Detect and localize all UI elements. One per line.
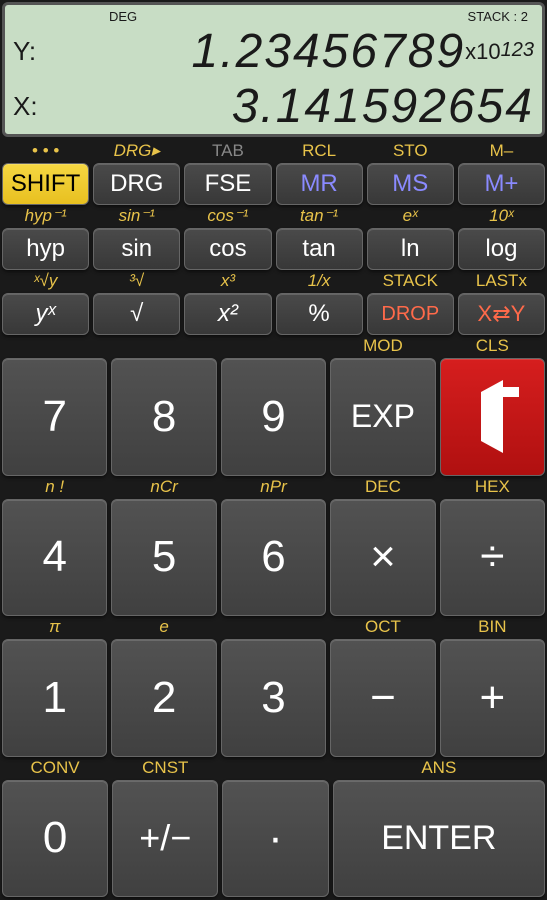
cbrt-shift-label: ³√: [93, 271, 180, 293]
digit-5-button[interactable]: 5: [111, 499, 216, 617]
digit-2-button[interactable]: 2: [111, 639, 216, 757]
ms-button[interactable]: MS: [367, 163, 454, 205]
x-register-label: X:: [13, 91, 43, 122]
acos-shift-label: cos⁻¹: [184, 206, 271, 228]
tenx-shift-label: 10ˣ: [458, 206, 545, 228]
percent-button[interactable]: %: [276, 293, 363, 335]
stack-shift-label: STACK: [367, 271, 454, 293]
ln-button[interactable]: ln: [367, 228, 454, 270]
enter-button[interactable]: ENTER: [333, 780, 545, 898]
drg-cycle-shift-label: DRG▸: [93, 141, 180, 163]
cube-shift-label: x³: [184, 271, 271, 293]
blank-shift: [2, 336, 107, 358]
sqrt-button[interactable]: √: [93, 293, 180, 335]
recip-shift-label: 1/x: [276, 271, 363, 293]
tan-button[interactable]: tan: [276, 228, 363, 270]
square-button[interactable]: x²: [184, 293, 271, 335]
drop-button[interactable]: DROP: [367, 293, 454, 335]
exp-shift-label: eˣ: [367, 206, 454, 228]
angle-mode-indicator: DEG: [109, 9, 137, 24]
arrow-left-icon: [481, 392, 503, 442]
conv-shift-label: CONV: [2, 758, 108, 780]
asin-shift-label: sin⁻¹: [93, 206, 180, 228]
shift-button[interactable]: SHIFT: [2, 163, 89, 205]
x-register-value: 3.141592654: [43, 79, 534, 134]
digit-0-button[interactable]: 0: [2, 780, 108, 898]
drg-button[interactable]: DRG: [93, 163, 180, 205]
cnst-shift-label: CNST: [112, 758, 218, 780]
digit-8-button[interactable]: 8: [111, 358, 216, 476]
exp-button[interactable]: EXP: [330, 358, 435, 476]
e-shift-label: e: [111, 617, 216, 639]
digit-3-button[interactable]: 3: [221, 639, 326, 757]
ans-shift-label: ANS: [333, 758, 545, 780]
sin-button[interactable]: sin: [93, 228, 180, 270]
cls-shift-label: CLS: [440, 336, 545, 358]
rcl-shift-label: RCL: [276, 141, 363, 163]
pi-shift-label: π: [2, 617, 107, 639]
dec-shift-label: DEC: [330, 477, 435, 499]
digit-7-button[interactable]: 7: [2, 358, 107, 476]
m-plus-button[interactable]: M+: [458, 163, 545, 205]
backspace-button[interactable]: [440, 358, 545, 476]
decimal-button[interactable]: ·: [222, 780, 328, 898]
hyp-button[interactable]: hyp: [2, 228, 89, 270]
atan-shift-label: tan⁻¹: [276, 206, 363, 228]
sign-button[interactable]: +/−: [112, 780, 218, 898]
oct-shift-label: OCT: [330, 617, 435, 639]
swap-button[interactable]: X⇄Y: [458, 293, 545, 335]
factorial-shift-label: n !: [2, 477, 107, 499]
hyp-inv-shift-label: hyp⁻¹: [2, 206, 89, 228]
hex-shift-label: HEX: [440, 477, 545, 499]
digit-4-button[interactable]: 4: [2, 499, 107, 617]
digit-9-button[interactable]: 9: [221, 358, 326, 476]
sto-shift-label: STO: [367, 141, 454, 163]
y-register-value: 1.23456789: [43, 24, 465, 79]
m-minus-shift-label: M–: [458, 141, 545, 163]
fse-button[interactable]: FSE: [184, 163, 271, 205]
y-register-label: Y:: [13, 36, 43, 67]
minus-button[interactable]: −: [330, 639, 435, 757]
y-register-exponent: x10123: [465, 39, 534, 65]
ncr-shift-label: nCr: [111, 477, 216, 499]
mod-shift-label: MOD: [330, 336, 435, 358]
plus-button[interactable]: +: [440, 639, 545, 757]
menu-shift-label: • • •: [2, 141, 89, 163]
digit-6-button[interactable]: 6: [221, 499, 326, 617]
multiply-button[interactable]: ×: [330, 499, 435, 617]
divide-button[interactable]: ÷: [440, 499, 545, 617]
mr-button[interactable]: MR: [276, 163, 363, 205]
bin-shift-label: BIN: [440, 617, 545, 639]
lastx-shift-label: LASTx: [458, 271, 545, 293]
npr-shift-label: nPr: [221, 477, 326, 499]
cos-button[interactable]: cos: [184, 228, 271, 270]
lcd-display: DEG STACK : 2 Y: 1.23456789 x10123 X: 3.…: [2, 2, 545, 137]
stack-indicator: STACK : 2: [468, 9, 528, 24]
tab-shift-label: TAB: [184, 141, 271, 163]
digit-1-button[interactable]: 1: [2, 639, 107, 757]
xroot-shift-label: ˣ√y: [2, 271, 89, 293]
log-button[interactable]: log: [458, 228, 545, 270]
ypowx-button[interactable]: yˣ: [2, 293, 89, 335]
